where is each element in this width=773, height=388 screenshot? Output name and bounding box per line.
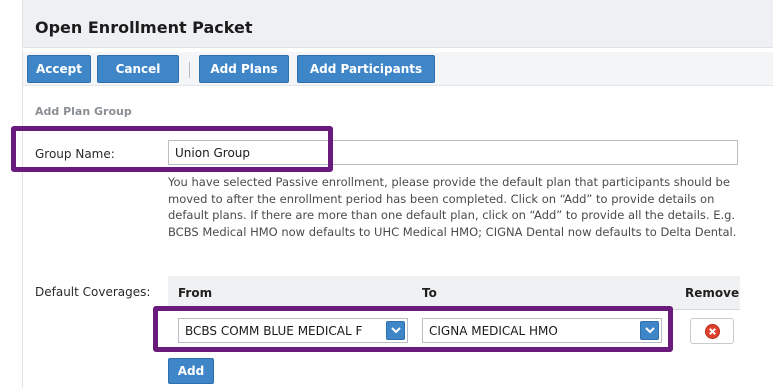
cancel-button[interactable]: Cancel [97,55,179,83]
toolbar: Accept Cancel Add Plans Add Participants [23,52,773,86]
enrollment-panel: Open Enrollment Packet Accept Cancel Add… [11,0,773,388]
chevron-down-icon[interactable] [386,321,405,340]
add-coverage-button[interactable]: Add [168,358,214,384]
remove-row-button[interactable] [690,318,734,344]
column-header-to: To [422,286,437,300]
toolbar-separator [189,62,190,78]
accept-button[interactable]: Accept [27,55,91,83]
group-name-input[interactable] [168,140,738,165]
add-plans-button[interactable]: Add Plans [199,55,289,83]
from-plan-value: BCBS COMM BLUE MEDICAL F [185,324,363,338]
chevron-down-icon[interactable] [640,321,659,340]
coverage-grid-header: From To Remove [168,276,740,310]
default-coverages-label: Default Coverages: [35,285,151,299]
title-bar: Open Enrollment Packet [23,0,773,48]
column-header-remove: Remove [685,286,740,300]
column-header-from: From [178,286,213,300]
from-plan-select[interactable]: BCBS COMM BLUE MEDICAL F [178,318,408,343]
passive-enrollment-help-text: You have selected Passive enrollment, pl… [168,175,737,239]
page-title: Open Enrollment Packet [35,18,253,37]
to-plan-value: CIGNA MEDICAL HMO [429,324,558,338]
table-row: BCBS COMM BLUE MEDICAL F CIGNA MEDICAL H… [168,310,740,350]
add-participants-button[interactable]: Add Participants [297,55,435,83]
group-name-label: Group Name: [35,147,115,161]
remove-circle-icon [705,324,720,339]
section-title: Add Plan Group [35,105,132,118]
to-plan-select[interactable]: CIGNA MEDICAL HMO [422,318,662,343]
